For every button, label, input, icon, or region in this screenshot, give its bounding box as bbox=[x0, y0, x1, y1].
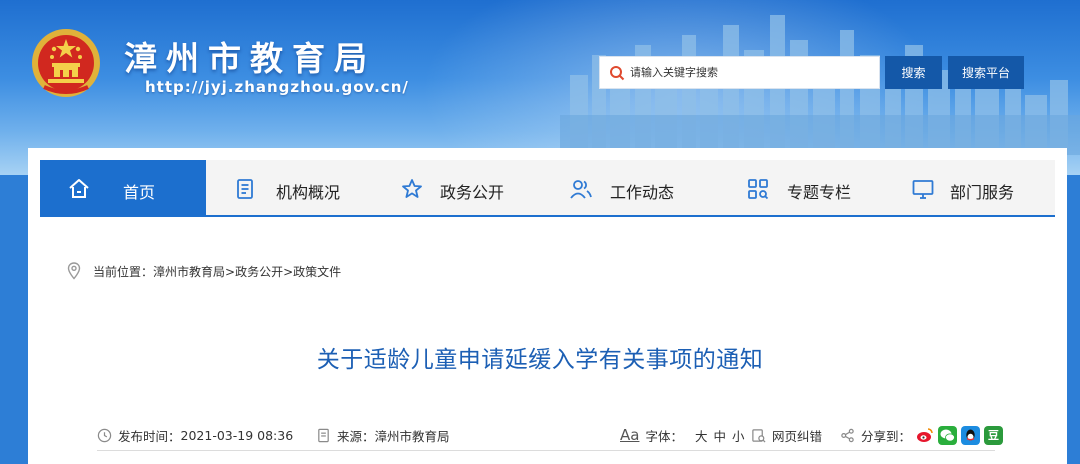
location-pin-icon bbox=[67, 262, 81, 280]
publish-label: 发布时间： bbox=[118, 428, 181, 444]
meta-divider bbox=[97, 450, 995, 451]
nav-label-government-affairs: 政务公开 bbox=[440, 183, 505, 202]
article-meta: 发布时间： 2021-03-19 08:36 来源： 漳州市教育局 Aa 字体：… bbox=[97, 424, 1004, 448]
font-large-button[interactable]: 大 bbox=[695, 426, 708, 445]
star-icon bbox=[402, 179, 422, 198]
main-nav: 首页 机构概况 政务公开 工作动态 专题专栏 部门服务 bbox=[40, 160, 1055, 217]
national-emblem-logo bbox=[32, 29, 100, 97]
users-icon bbox=[570, 180, 592, 199]
nav-item-home[interactable]: 首页 bbox=[40, 160, 206, 217]
search-input[interactable] bbox=[625, 57, 879, 88]
breadcrumb-path[interactable]: 漳州市教育局>政务公开>政策文件 bbox=[153, 263, 341, 280]
home-icon bbox=[69, 179, 89, 198]
nav-label-department-services: 部门服务 bbox=[950, 183, 1015, 202]
share-icon bbox=[841, 428, 854, 442]
publish-value: 2021-03-19 08:36 bbox=[180, 427, 294, 443]
search-button[interactable]: 搜索 bbox=[885, 56, 942, 89]
nav-item-organization[interactable]: 机构概况 bbox=[206, 160, 372, 217]
share-label: 分享到： bbox=[861, 428, 912, 444]
site-url: http://jyj.zhangzhou.gov.cn/ bbox=[145, 78, 409, 96]
weibo-icon[interactable] bbox=[915, 425, 935, 445]
source-value: 漳州市教育局 bbox=[374, 428, 450, 444]
douban-icon[interactable]: 豆 bbox=[984, 425, 1004, 445]
clock-icon bbox=[97, 428, 112, 442]
source-label: 来源： bbox=[337, 428, 375, 444]
font-size-icon: Aa bbox=[620, 426, 640, 444]
error-report-icon bbox=[752, 428, 766, 442]
nav-item-government-affairs[interactable]: 政务公开 bbox=[372, 160, 541, 217]
document-list-icon bbox=[237, 179, 253, 199]
wechat-icon[interactable] bbox=[938, 425, 958, 445]
document-icon bbox=[318, 428, 329, 442]
nav-label-home: 首页 bbox=[123, 183, 156, 202]
site-title: 漳州市教育局 bbox=[124, 39, 376, 78]
nav-label-special-topics: 专题专栏 bbox=[787, 183, 852, 202]
font-label: 字体： bbox=[645, 428, 683, 444]
error-report[interactable]: 网页纠错 bbox=[751, 424, 822, 446]
nav-label-work-news: 工作动态 bbox=[610, 183, 675, 202]
qq-icon[interactable] bbox=[961, 425, 981, 445]
font-size-control: Aa 字体： 大 中 小 bbox=[620, 424, 745, 446]
search-platform-button[interactable]: 搜索平台 bbox=[948, 56, 1024, 89]
breadcrumb: 当前位置： 漳州市教育局>政务公开>政策文件 bbox=[67, 262, 341, 280]
monitor-icon bbox=[912, 180, 934, 199]
breadcrumb-prefix: 当前位置： bbox=[93, 264, 154, 279]
grid-search-icon bbox=[748, 179, 769, 200]
nav-label-organization: 机构概况 bbox=[276, 183, 341, 202]
error-report-label: 网页纠错 bbox=[772, 428, 823, 444]
nav-item-special-topics[interactable]: 专题专栏 bbox=[711, 160, 875, 217]
font-medium-button[interactable]: 中 bbox=[713, 426, 726, 445]
font-small-button[interactable]: 小 bbox=[732, 426, 745, 445]
nav-item-work-news[interactable]: 工作动态 bbox=[541, 160, 711, 217]
search-icon bbox=[610, 65, 625, 80]
publish-time: 发布时间： 2021-03-19 08:36 bbox=[97, 424, 293, 446]
article-source: 来源： 漳州市教育局 bbox=[316, 424, 450, 446]
article-title: 关于适龄儿童申请延缓入学有关事项的通知 bbox=[316, 347, 764, 373]
nav-item-department-services[interactable]: 部门服务 bbox=[875, 160, 1055, 217]
search-box bbox=[599, 56, 880, 89]
share-bar: 分享到： 豆 bbox=[840, 424, 1004, 446]
